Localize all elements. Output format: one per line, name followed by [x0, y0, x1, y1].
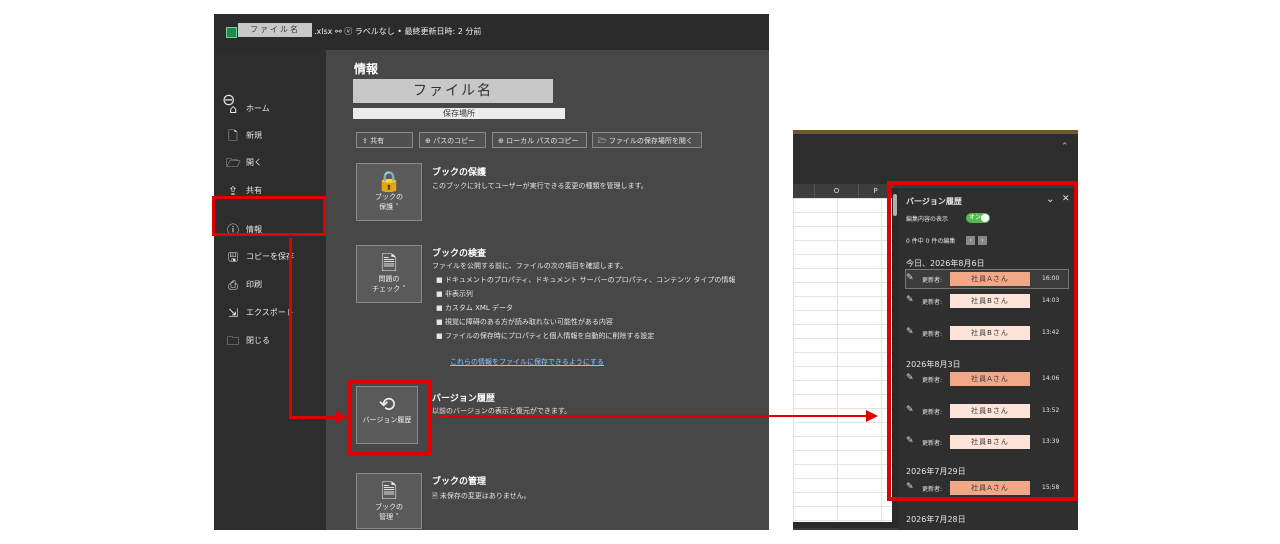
nav-new[interactable]: 🗋 新規: [222, 126, 326, 146]
arrow-line: [289, 238, 292, 418]
button-label: ブックの 管理 ˅: [375, 503, 403, 521]
section-desc: このブックに対してユーザーが実行できる変更の種類を管理します。: [432, 182, 648, 190]
nav-label: 開く: [246, 158, 262, 167]
highlight-box: [887, 181, 1078, 501]
export-icon: ⇲: [227, 306, 239, 320]
highlight-box: [348, 380, 432, 456]
manage-icon: 🗎: [380, 479, 398, 503]
sheet-grid[interactable]: [793, 184, 893, 524]
excel-icon: [226, 27, 237, 38]
bullet-item: ■ ファイルの保存時にプロパティと個人情報を自動的に削除する設定: [436, 332, 655, 340]
file-name-box: ファイル名: [353, 79, 553, 103]
title-filename: ファイル名: [238, 23, 312, 37]
inspect-icon: 🗎: [380, 251, 398, 275]
arrow-line: [289, 416, 339, 419]
button-label: 問題の チェック ˅: [372, 275, 406, 293]
section-title: ブックの検査: [432, 249, 487, 259]
info-content: 情報 ファイル名 保存場所 ⇪ 共有 ⊕ パスのコピー ⊕ ローカル パスのコピ…: [326, 50, 769, 530]
title-bar: ファイル名 .xlsx ⚯ ⓥ ラベルなし • 最終更新日時: 2 分前: [214, 14, 769, 50]
title-status: .xlsx ⚯ ⓥ ラベルなし • 最終更新日時: 2 分前: [314, 27, 482, 36]
save-icon: 🖫: [227, 250, 239, 264]
section-desc: ファイルを公開する前に、ファイルの次の項目を確認します。: [432, 262, 628, 270]
home-icon: ⌂: [229, 102, 237, 116]
nav-save-copy[interactable]: 🖫 コピーを保存: [222, 247, 326, 267]
copy-local-path-button[interactable]: ⊕ ローカル パスのコピー: [492, 132, 587, 148]
nav-label: エクスポート: [246, 308, 294, 317]
nav-label: 閉じる: [246, 336, 270, 345]
horizontal-scrollbar[interactable]: [793, 522, 893, 528]
open-folder-icon: 🗁: [226, 156, 241, 170]
enable-info-link[interactable]: これらの情報をファイルに保存できるようにする: [450, 357, 604, 367]
arrow-head: [866, 410, 878, 422]
column-header[interactable]: [793, 184, 815, 198]
nav-home[interactable]: ⌂ ホーム: [222, 99, 326, 119]
nav-label: コピーを保存: [246, 252, 294, 261]
section-title: ブックの管理: [432, 477, 487, 487]
manage-workbook-button[interactable]: 🗎 ブックの 管理 ˅: [356, 473, 422, 529]
nav-close[interactable]: 🗀 閉じる: [222, 331, 326, 351]
nav-open[interactable]: 🗁 開く: [222, 153, 326, 173]
location-box: 保存場所: [353, 108, 565, 119]
bullet-item: ■ 非表示列: [436, 290, 473, 298]
nav-label: ホーム: [246, 104, 270, 113]
close-folder-icon: 🗀: [226, 334, 239, 348]
bullet-item: ■ ドキュメントのプロパティ、ドキュメント サーバーのプロパティ、コンテンツ タ…: [436, 276, 736, 284]
nav-print[interactable]: ⎙ 印刷: [222, 275, 326, 295]
lock-icon: 🔒: [376, 169, 402, 193]
arrow-head: [336, 411, 348, 423]
highlight-box: [212, 196, 326, 236]
column-header[interactable]: O: [815, 184, 859, 198]
nav-label: 印刷: [246, 280, 262, 289]
arrow-line: [438, 415, 868, 417]
bullet-item: ■ 視覚に障碍のある方が読み取れない可能性がある内容: [436, 318, 613, 326]
check-issues-button[interactable]: 🗎 問題の チェック ˅: [356, 245, 422, 303]
new-file-icon: 🗋: [228, 129, 238, 143]
nav-label: 新規: [246, 131, 262, 140]
print-icon: ⎙: [228, 278, 238, 292]
bullet-item: ■ カスタム XML データ: [436, 304, 514, 312]
page-title: 情報: [354, 62, 379, 76]
excel-backstage-window: ファイル名 .xlsx ⚯ ⓥ ラベルなし • 最終更新日時: 2 分前 ⊖ ⌂…: [214, 14, 769, 530]
chevron-up-icon[interactable]: ⌃: [1061, 142, 1069, 152]
open-location-button[interactable]: 🗁 ファイルの保存場所を開く: [592, 132, 702, 148]
share-button[interactable]: ⇪ 共有: [356, 132, 413, 148]
ribbon-area: [793, 134, 1078, 184]
nav-export[interactable]: ⇲ エクスポート: [222, 303, 326, 323]
button-label: ブックの 保護 ˅: [375, 193, 403, 211]
section-title: ブックの保護: [432, 168, 487, 178]
section-desc: 🗎 未保存の変更はありません。: [432, 492, 531, 500]
copy-path-button[interactable]: ⊕ パスのコピー: [419, 132, 486, 148]
section-title: バージョン履歴: [432, 394, 495, 404]
backstage-sidebar: ⊖ ⌂ ホーム 🗋 新規 🗁 開く ⇪ 共有 ⓘ 情報 🖫 コピーを保存 ⎙ 印…: [214, 50, 326, 530]
protect-workbook-button[interactable]: 🔒 ブックの 保護 ˅: [356, 163, 422, 221]
group-date: 2026年7月28日: [906, 515, 966, 524]
